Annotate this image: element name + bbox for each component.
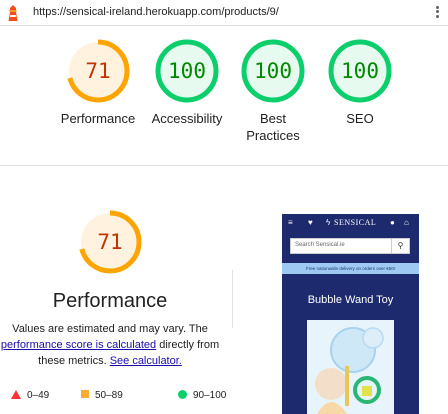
more-options-icon[interactable] <box>431 4 443 22</box>
page-screenshot[interactable]: ≡ ♥ ϟ SENSICAL ● ⌂ Search Sensical.ie ⚲ … <box>282 214 419 414</box>
gauge-label: Accessibility <box>151 111 223 126</box>
desc-text: Values are estimated and may vary. The <box>12 323 208 335</box>
site-brand: SENSICAL <box>334 218 377 227</box>
performance-description: Values are estimated and may vary. The p… <box>0 321 220 369</box>
legend-range: 0–49 <box>27 390 50 401</box>
performance-title: Performance <box>52 290 168 312</box>
product-image <box>307 320 394 414</box>
legend-range: 50–89 <box>95 390 123 401</box>
score-gauges: 71 Performance 100 Accessibility 100 Bes… <box>0 38 448 148</box>
search-icon: ⚲ <box>391 239 409 253</box>
page-url: https://sensical-ireland.herokuapp.com/p… <box>33 6 279 18</box>
see-calculator-link[interactable]: See calculator. <box>110 355 182 367</box>
gauge-performance[interactable]: 71 Performance <box>53 38 143 127</box>
gauge-best-practices[interactable]: 100 Best Practices <box>228 38 318 144</box>
performance-score: 71 <box>97 230 123 254</box>
legend-range: 90–100 <box>193 390 227 401</box>
gauge-score: 100 <box>168 59 206 83</box>
product-title: Bubble Wand Toy <box>307 294 394 306</box>
search-placeholder: Search Sensical.ie <box>295 242 345 248</box>
score-calculated-link[interactable]: performance score is calculated <box>1 339 156 351</box>
site-navbar: ≡ ♥ ϟ SENSICAL ● ⌂ <box>282 214 419 232</box>
gauge-score: 100 <box>341 59 379 83</box>
bolt-icon: ϟ <box>326 218 331 227</box>
triangle-icon <box>11 390 21 399</box>
user-icon: ● <box>390 218 395 227</box>
legend-fail: 0–49 <box>11 390 49 401</box>
legend-average: 50–89 <box>81 390 123 401</box>
circle-icon <box>178 390 187 399</box>
site-search: Search Sensical.ie ⚲ <box>290 238 410 254</box>
gauge-score: 71 <box>85 59 111 83</box>
address-bar: https://sensical-ireland.herokuapp.com/p… <box>0 0 448 26</box>
gauge-label: SEO <box>346 111 374 126</box>
gauge-accessibility[interactable]: 100 Accessibility <box>142 38 232 127</box>
cart-icon: ⌂ <box>404 218 409 227</box>
gauge-score: 100 <box>254 59 292 83</box>
delivery-banner: Free nationwide delivery on orders over … <box>282 263 419 274</box>
legend-pass: 90–100 <box>178 390 226 401</box>
section-divider <box>0 165 448 166</box>
heart-icon: ♥ <box>308 218 313 227</box>
gauge-label: Performance <box>60 111 136 126</box>
gauge-label: Best Practices <box>246 111 300 143</box>
lighthouse-icon <box>8 5 18 21</box>
gauge-seo[interactable]: 100 SEO <box>315 38 405 127</box>
vertical-divider <box>232 270 233 328</box>
menu-icon: ≡ <box>288 218 293 227</box>
square-icon <box>81 390 89 398</box>
